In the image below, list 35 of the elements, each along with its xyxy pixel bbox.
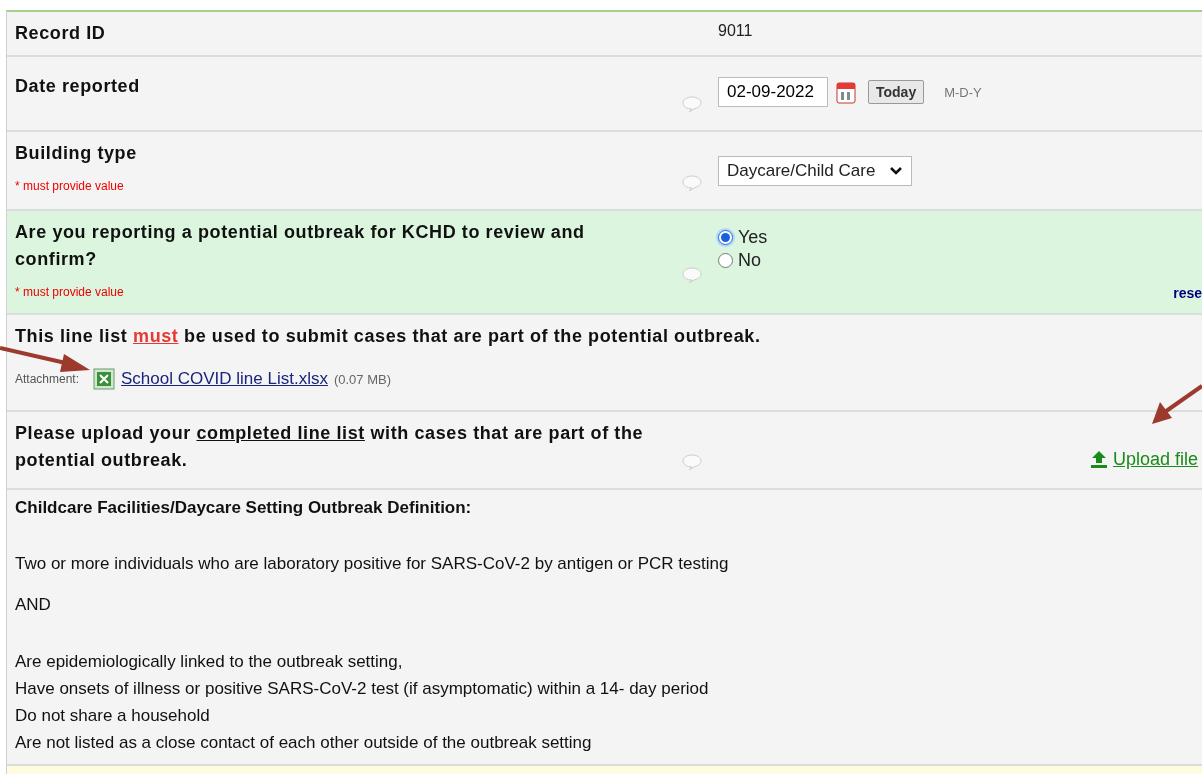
file-size: (0.07 MB) [333, 371, 391, 387]
attachment-link[interactable]: School COVID line List.xlsx [121, 369, 328, 389]
radio-option[interactable]: Yes [718, 227, 1202, 248]
line-list-instruction: This line list must be used to submit cases that are part of the potential outbreak. [15, 325, 761, 348]
field-label: Building type [15, 142, 138, 165]
definition-text: Do not share a household [15, 705, 211, 727]
field-label: Record ID [15, 22, 107, 45]
upload-icon [1089, 450, 1108, 468]
chevron-down-icon [889, 166, 904, 176]
definition-text: AND [15, 594, 52, 616]
reset-link[interactable]: rese [1173, 285, 1202, 301]
comment-icon[interactable] [682, 175, 702, 191]
comment-icon[interactable] [682, 454, 702, 470]
radio-option[interactable]: No [718, 250, 1202, 271]
attachment-label: Attachment: [15, 372, 80, 386]
required-note: * must provide value [15, 285, 125, 299]
definition-text: Have onsets of illness or positive SARS-CoV-2 test (if asymptomatic) within a 14- day period [15, 678, 710, 700]
upload-instruction: Please upload your completed line list with cases that are part of the potential outbreak. [15, 422, 645, 472]
definition-text: Are epidemiologically linked to the outbreak setting, [15, 651, 404, 673]
building-type-dropdown[interactable]: Daycare/Child Care [718, 156, 913, 186]
date-format-hint: M-D-Y [944, 84, 982, 100]
field-label: Are you reporting a potential outbreak for KCHD to review and confirm? [15, 221, 586, 271]
record-id-value: 9011 [718, 22, 754, 40]
definition-text: Are not listed as a close contact of each other outside of the outbreak setting [15, 732, 593, 754]
definition-text: Two or more individuals who are laboratory positive for SARS-CoV-2 by antigen or PCR testing [15, 553, 730, 575]
spreadsheet-file-icon [93, 368, 116, 390]
field-label: Date reported [15, 75, 141, 98]
comment-icon[interactable] [682, 267, 702, 283]
required-note: * must provide value [15, 179, 125, 193]
date-field[interactable]: 02-09-2022 [718, 77, 828, 107]
comment-icon[interactable] [682, 96, 702, 112]
calendar-icon[interactable] [836, 80, 856, 104]
definition-title: Childcare Facilities/Daycare Setting Outbreak Definition: [15, 498, 473, 518]
upload-file-link[interactable]: Upload file [1089, 448, 1198, 470]
today-button[interactable]: Today [868, 80, 925, 104]
